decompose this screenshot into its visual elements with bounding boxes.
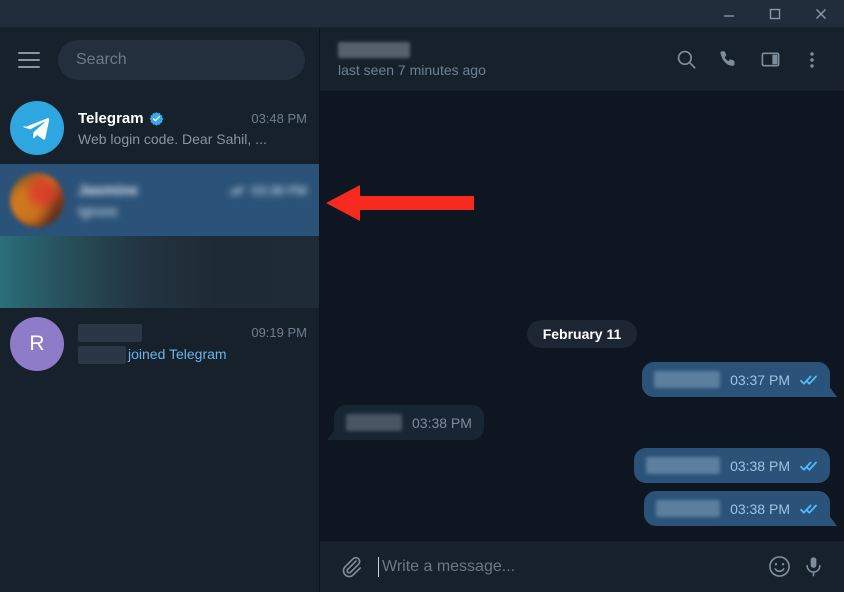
chat-item-top-line: 09:19 PM <box>78 323 307 342</box>
message-time: 03:37 PM <box>730 371 790 388</box>
chat-header-status: last seen 7 minutes ago <box>338 61 486 78</box>
message-text-redacted <box>346 414 402 431</box>
emoji-smiley-icon[interactable] <box>762 550 796 584</box>
window-maximize-button[interactable] <box>752 0 798 27</box>
more-vertical-icon[interactable] <box>794 42 830 78</box>
chat-name-wrap: Telegram <box>78 110 164 127</box>
chat-preview: Ignore <box>78 202 118 219</box>
chat-list-item-telegram[interactable]: Telegram 03:48 PM Web login code. Dear S… <box>0 92 319 164</box>
chat-item-meta: 09:19 PM <box>251 325 307 340</box>
message-text-redacted <box>656 500 721 517</box>
message-text-redacted <box>646 457 721 474</box>
message-composer: Write a message... <box>320 540 844 592</box>
window-minimize-button[interactable] <box>706 0 752 27</box>
chat-preview-text: joined Telegram <box>128 345 227 362</box>
text-caret <box>378 556 379 577</box>
chat-list-item-placeholder[interactable] <box>0 236 319 308</box>
chat-item-meta: 03:38 PM <box>229 183 307 198</box>
avatar <box>10 101 64 155</box>
sidebar-toolbar: Search <box>0 28 319 92</box>
message-bubble-incoming[interactable]: 03:38 PM <box>334 405 484 440</box>
double-check-icon <box>800 374 818 386</box>
chat-name-wrap: Jasmine <box>78 182 138 199</box>
message-row: 03:38 PM <box>334 405 830 440</box>
search-icon[interactable] <box>668 42 704 78</box>
chat-header-name-redacted <box>338 41 410 58</box>
chat-time: 09:19 PM <box>251 325 307 341</box>
chat-header-titles[interactable]: last seen 7 minutes ago <box>338 41 668 78</box>
avatar: R <box>10 317 64 371</box>
search-input[interactable]: Search <box>58 40 305 80</box>
hamburger-menu-icon[interactable] <box>12 43 46 77</box>
verified-badge-icon <box>149 111 164 126</box>
double-check-icon <box>800 460 818 472</box>
message-input-placeholder: Write a message... <box>382 557 516 575</box>
search-placeholder: Search <box>76 51 127 68</box>
date-divider: February 11 <box>334 320 830 348</box>
message-bubble-outgoing[interactable]: 03:38 PM <box>634 448 830 483</box>
chat-list-item-joined[interactable]: R 09:19 PM joined Telegram <box>0 308 319 380</box>
double-check-icon <box>800 503 818 515</box>
chat-time: 03:48 PM <box>251 110 307 126</box>
chat-item-top-line: Jasmine 03:38 PM <box>78 182 307 199</box>
message-time: 03:38 PM <box>412 414 472 431</box>
redacted-preview-prefix <box>78 346 126 365</box>
chat-name: Telegram <box>78 109 144 127</box>
chat-name: Jasmine <box>78 181 139 199</box>
message-time: 03:38 PM <box>730 457 790 474</box>
chat-header-actions <box>668 42 830 78</box>
double-check-icon <box>229 185 246 195</box>
paperclip-icon[interactable] <box>334 550 368 584</box>
message-bubble-outgoing[interactable]: 03:38 PM <box>644 491 830 526</box>
window-titlebar <box>0 0 844 28</box>
message-time: 03:38 PM <box>730 500 790 517</box>
message-text-redacted <box>654 371 721 388</box>
date-pill-label: February 11 <box>526 320 638 348</box>
panel-icon[interactable] <box>752 42 788 78</box>
avatar <box>10 173 64 227</box>
telegram-desktop-window: Search Telegram 03:48 PM Web login code.… <box>0 0 844 592</box>
message-row: 03:37 PM <box>334 362 830 397</box>
redacted-name <box>78 323 142 342</box>
avatar-initial: R <box>29 332 45 355</box>
message-list: February 11 03:37 PM 03:38 PM 03:38 PM 0… <box>320 92 844 540</box>
sidebar: Search Telegram 03:48 PM Web login code.… <box>0 28 320 592</box>
chat-preview: joined Telegram <box>78 345 307 365</box>
message-bubble-outgoing[interactable]: 03:37 PM <box>642 362 830 397</box>
chat-item-top-line: Telegram 03:48 PM <box>78 110 307 127</box>
message-row: 03:38 PM <box>334 448 830 483</box>
telegram-plane-icon <box>23 118 50 140</box>
chat-item-body: 09:19 PM joined Telegram <box>78 323 307 365</box>
microphone-icon[interactable] <box>796 550 830 584</box>
chat-name-wrap <box>78 323 142 342</box>
chat-item-body: Telegram 03:48 PM Web login code. Dear S… <box>78 110 307 147</box>
message-input[interactable]: Write a message... <box>368 556 762 577</box>
chat-time: 03:38 PM <box>251 182 307 198</box>
chat-header: last seen 7 minutes ago <box>320 28 844 92</box>
chat-item-meta: 03:48 PM <box>251 111 307 126</box>
chat-item-body: Jasmine 03:38 PM Ignore <box>78 182 307 219</box>
phone-icon[interactable] <box>710 42 746 78</box>
window-close-button[interactable] <box>798 0 844 27</box>
chat-list: Telegram 03:48 PM Web login code. Dear S… <box>0 92 319 380</box>
chat-preview: Web login code. Dear Sahil, ... <box>78 130 267 147</box>
message-row: 03:38 PM <box>334 491 830 526</box>
chat-pane: last seen 7 minutes ago February 11 03:3… <box>320 28 844 592</box>
chat-list-item-jasmine[interactable]: Jasmine 03:38 PM Ignore <box>0 164 319 236</box>
